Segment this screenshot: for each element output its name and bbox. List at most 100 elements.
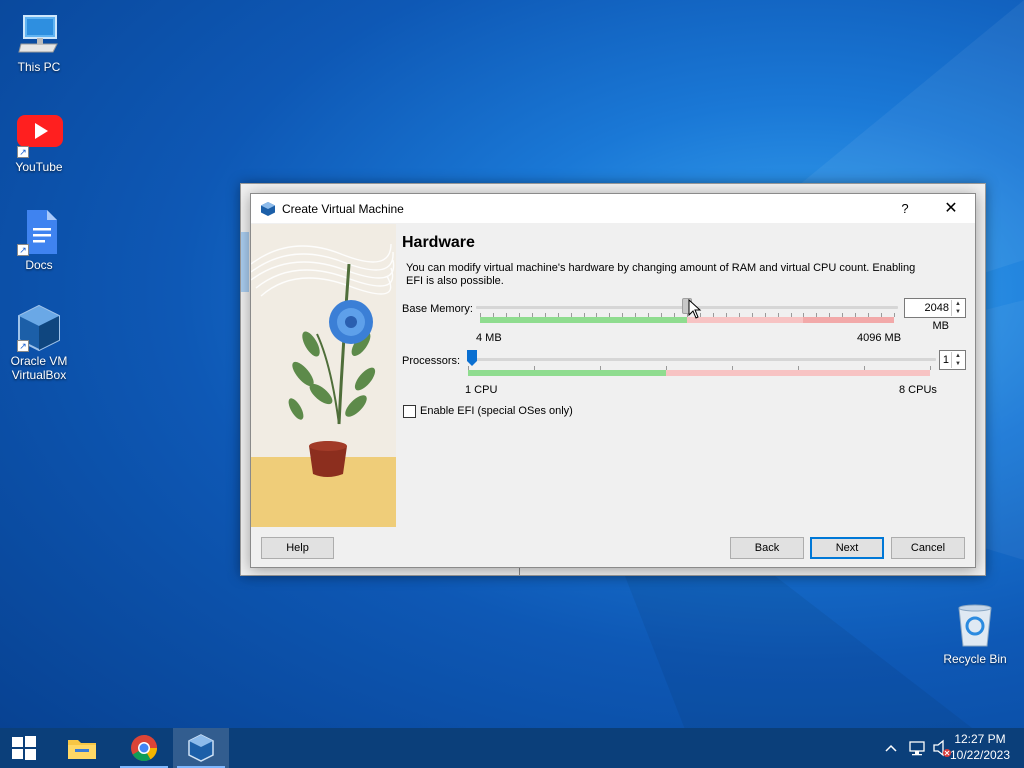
- virtualbox-icon: [260, 201, 276, 217]
- base-memory-scale-tick: [868, 313, 869, 317]
- page-heading: Hardware: [402, 234, 475, 251]
- base-memory-scale-tick: [726, 313, 727, 317]
- close-button[interactable]: ✕: [935, 194, 967, 223]
- desktop-icon-label: YouTube: [15, 160, 63, 174]
- taskbar-clock[interactable]: 12:27 PM 10/22/2023: [944, 731, 1016, 763]
- desktop-icon-this-pc[interactable]: This PC: [1, 10, 77, 74]
- stepper-up-icon[interactable]: ▲: [952, 300, 964, 308]
- file-explorer-icon: [68, 740, 96, 759]
- base-memory-scale-tick: [506, 313, 507, 317]
- taskbar: 12:27 PM 10/22/2023: [0, 728, 1024, 768]
- enable-efi-label[interactable]: Enable EFI (special OSes only): [420, 405, 573, 417]
- processors-scale: [468, 366, 931, 376]
- mouse-cursor-icon: [688, 299, 702, 319]
- base-memory-scale-tick: [894, 313, 895, 317]
- processors-scale-tick: [798, 366, 799, 370]
- base-memory-scale-tick: [778, 313, 779, 317]
- processors-scale-tick: [534, 366, 535, 370]
- base-memory-scale-tick: [661, 313, 662, 317]
- base-memory-scale-tick: [752, 313, 753, 317]
- processors-scale-tick: [864, 366, 865, 370]
- windows-logo-icon: [12, 736, 36, 760]
- base-memory-scale-tick: [829, 313, 830, 317]
- base-memory-scale-tick: [584, 313, 585, 317]
- stepper-up-icon[interactable]: ▲: [952, 352, 964, 360]
- desktop-icon-label: Oracle VM VirtualBox: [10, 354, 68, 382]
- base-memory-scale-tick: [622, 313, 623, 317]
- base-memory-min-label: 4 MB: [476, 332, 502, 344]
- chrome-icon: [131, 735, 158, 762]
- recycle-bin-icon: [951, 602, 999, 650]
- next-button[interactable]: Next: [810, 537, 884, 559]
- base-memory-scale-tick: [545, 313, 546, 317]
- desktop-icon-label: This PC: [17, 60, 61, 74]
- base-memory-scale-tick: [532, 313, 533, 317]
- base-memory-scale: [480, 313, 895, 323]
- base-memory-scale-tick: [480, 313, 481, 317]
- create-vm-dialog: Create Virtual Machine ? ✕ Hardware You …: [250, 193, 976, 568]
- desktop-icon-docs[interactable]: ↗ Docs: [1, 208, 77, 272]
- processors-max-label: 8 CPUs: [899, 384, 937, 396]
- base-memory-scale-tick: [881, 313, 882, 317]
- base-memory-scale-tick: [493, 313, 494, 317]
- base-memory-scale-tick: [765, 313, 766, 317]
- base-memory-scale-tick: [609, 313, 610, 317]
- base-memory-scale-tick: [855, 313, 856, 317]
- processors-slider-handle[interactable]: [467, 350, 477, 366]
- base-memory-scale-tick: [816, 313, 817, 317]
- base-memory-scale-tick: [739, 313, 740, 317]
- processors-scale-tick: [600, 366, 601, 370]
- file-explorer-taskbar-button[interactable]: [54, 728, 110, 768]
- stepper-down-icon[interactable]: ▼: [952, 308, 964, 316]
- desktop-icon-label: Recycle Bin: [943, 652, 1007, 666]
- base-memory-scale-tick: [596, 313, 597, 317]
- wizard-illustration: [251, 224, 396, 527]
- desktop-icon-virtualbox[interactable]: ↗ Oracle VM VirtualBox: [1, 304, 77, 382]
- chrome-taskbar-button[interactable]: [116, 728, 172, 768]
- shortcut-arrow-icon: ↗: [17, 340, 29, 352]
- processors-value: 1: [942, 354, 949, 366]
- network-icon[interactable]: [908, 728, 930, 768]
- base-memory-stepper[interactable]: ▲ ▼: [951, 300, 964, 316]
- base-memory-value: 2048 MB: [924, 302, 949, 332]
- base-memory-scale-tick: [571, 313, 572, 317]
- processors-scale-tick: [732, 366, 733, 370]
- help-question-button[interactable]: ?: [891, 194, 919, 223]
- youtube-icon: ↗: [15, 110, 63, 158]
- base-memory-scale-tick: [803, 313, 804, 317]
- base-memory-spinbox[interactable]: 2048 MB ▲ ▼: [904, 298, 966, 332]
- processors-spinbox[interactable]: 1 ▲ ▼: [939, 350, 966, 370]
- desktop-icon-youtube[interactable]: ↗ YouTube: [1, 110, 77, 174]
- cancel-button[interactable]: Cancel: [891, 537, 965, 559]
- shortcut-arrow-icon: ↗: [17, 146, 29, 158]
- base-memory-scale-tick: [842, 313, 843, 317]
- start-button[interactable]: [0, 728, 48, 768]
- back-button[interactable]: Back: [730, 537, 804, 559]
- virtualbox-icon: [188, 734, 214, 762]
- dialog-titlebar[interactable]: Create Virtual Machine ? ✕: [251, 194, 975, 223]
- processors-stepper[interactable]: ▲ ▼: [951, 352, 964, 368]
- dialog-title: Create Virtual Machine: [282, 201, 404, 216]
- base-memory-scale-tick: [558, 313, 559, 317]
- hardware-page: Hardware You can modify virtual machine'…: [402, 224, 974, 527]
- processors-slider-track[interactable]: [468, 358, 936, 361]
- clock-date: 10/22/2023: [949, 748, 1011, 762]
- computer-icon: [15, 10, 63, 58]
- processors-scale-tick: [930, 366, 931, 370]
- base-memory-label: Base Memory:: [402, 303, 473, 315]
- base-memory-scale-tick: [674, 313, 675, 317]
- help-button[interactable]: Help: [261, 537, 334, 559]
- docs-icon: ↗: [15, 208, 63, 256]
- clock-time: 12:27 PM: [954, 732, 1006, 746]
- base-memory-scale-tick: [635, 313, 636, 317]
- desktop-icon-recycle-bin[interactable]: Recycle Bin: [937, 602, 1013, 666]
- base-memory-max-label: 4096 MB: [857, 332, 902, 344]
- desktop-icon-label: Docs: [25, 258, 53, 272]
- base-memory-scale-tick: [713, 313, 714, 317]
- base-memory-scale-tick: [648, 313, 649, 317]
- virtualbox-taskbar-button[interactable]: [173, 728, 229, 768]
- stepper-down-icon[interactable]: ▼: [952, 360, 964, 368]
- show-hidden-icons-chevron[interactable]: [884, 728, 902, 768]
- base-memory-scale-tick: [791, 313, 792, 317]
- enable-efi-checkbox[interactable]: [403, 405, 416, 418]
